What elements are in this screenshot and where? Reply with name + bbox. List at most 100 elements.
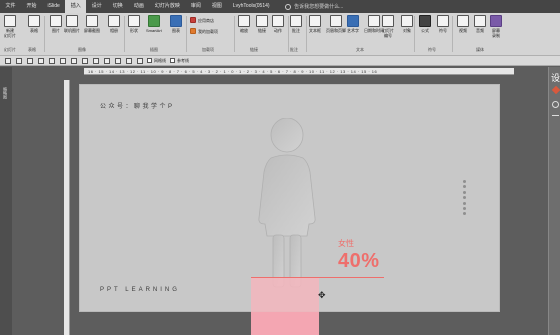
- group-images: 图像: [78, 47, 86, 52]
- align-center-icon[interactable]: [60, 57, 66, 64]
- smartart-icon: [147, 15, 160, 27]
- ungroup-icon[interactable]: [104, 57, 110, 64]
- redo-icon[interactable]: [27, 57, 33, 64]
- slide-canvas[interactable]: 公众号：聊我学个P 女性 40% PPT LEARNING ✥: [79, 84, 500, 312]
- search-icon: [285, 3, 292, 10]
- separator: [186, 16, 187, 52]
- table-button[interactable]: 表格: [28, 15, 40, 33]
- separator: [234, 16, 235, 52]
- datetime-icon: [368, 15, 380, 27]
- tell-me-search[interactable]: 告诉我您想要做什么...: [285, 3, 343, 10]
- symbol-button[interactable]: 符号: [437, 15, 449, 33]
- menu-transitions[interactable]: 切换: [107, 0, 128, 13]
- percentage-value[interactable]: 40%: [338, 250, 380, 273]
- shapes-icon: [128, 15, 140, 27]
- action-icon: [272, 15, 284, 27]
- fill-icon[interactable]: [551, 85, 560, 95]
- link-button[interactable]: 链接: [256, 15, 268, 33]
- separator: [288, 16, 289, 52]
- screenshot-button[interactable]: 屏幕截图: [84, 15, 100, 33]
- wordart-button[interactable]: 艺术字: [347, 15, 359, 33]
- group-tables: 表格: [28, 47, 36, 52]
- comment-button[interactable]: 批注: [290, 15, 302, 33]
- dot: [463, 190, 466, 194]
- guides-checkbox[interactable]: 参考线: [170, 58, 189, 64]
- new-slide-button[interactable]: 新建 幻灯片: [4, 15, 16, 38]
- menu-lvyhtools[interactable]: LvyhTools(0514): [227, 0, 275, 13]
- datetime-button[interactable]: 日期和时间: [364, 15, 384, 33]
- public-account-text[interactable]: 公众号：聊我学个P: [100, 101, 175, 110]
- female-figure-icon[interactable]: [247, 118, 327, 288]
- pink-selection-box[interactable]: [251, 278, 319, 312]
- textbox-button[interactable]: 文本框: [309, 15, 321, 33]
- menu-design[interactable]: 设计: [86, 0, 107, 13]
- format-pane[interactable]: 设: [548, 67, 560, 335]
- separator: [124, 16, 125, 52]
- equation-icon: [419, 15, 431, 27]
- symbol-icon: [437, 15, 449, 27]
- separator: [306, 16, 307, 52]
- pink-shape-offslide[interactable]: [251, 312, 319, 335]
- group-links: 链接: [250, 47, 258, 52]
- zoom-button[interactable]: 缩放: [238, 15, 250, 33]
- menu-insert[interactable]: 插入: [65, 0, 87, 13]
- move-cursor-icon: ✥: [318, 290, 326, 300]
- accent-line: [251, 277, 384, 278]
- album-icon: [108, 15, 120, 27]
- menu-home[interactable]: 开始: [21, 0, 42, 13]
- header-footer-icon: [330, 15, 342, 27]
- undo-icon[interactable]: [16, 57, 22, 64]
- store-button[interactable]: 应用商店: [190, 17, 214, 23]
- effects-icon[interactable]: [552, 101, 559, 108]
- dot: [463, 206, 466, 210]
- textbox-icon: [309, 15, 321, 27]
- action-button[interactable]: 动作: [272, 15, 284, 33]
- group-objects-icon[interactable]: [93, 57, 99, 64]
- menu-islide[interactable]: iSlide: [42, 0, 65, 13]
- menu-view[interactable]: 视图: [206, 0, 227, 13]
- format-painter-icon[interactable]: [137, 57, 143, 64]
- gridlines-checkbox[interactable]: 网格线: [147, 58, 166, 64]
- dot: [463, 180, 466, 183]
- wordart-icon: [347, 15, 359, 27]
- menu-review[interactable]: 审阅: [185, 0, 206, 13]
- align-left-icon[interactable]: [49, 57, 55, 64]
- bring-forward-icon[interactable]: [115, 57, 121, 64]
- send-backward-icon[interactable]: [126, 57, 132, 64]
- dot: [463, 201, 466, 205]
- slide-number-button[interactable]: 幻灯片 编号: [382, 15, 394, 38]
- screenshot-icon: [86, 15, 98, 27]
- checkbox-box: [170, 58, 175, 63]
- separator: [44, 16, 45, 52]
- screen-record-button[interactable]: 屏幕 录制: [490, 15, 502, 38]
- female-label[interactable]: 女性: [338, 238, 354, 249]
- smartart-button[interactable]: SmartArt: [146, 15, 162, 33]
- line-icon[interactable]: [552, 115, 559, 116]
- online-picture-button[interactable]: 联机图片: [64, 15, 80, 33]
- picture-button[interactable]: 图片: [50, 15, 62, 33]
- thumbnail-pane[interactable]: 缩略图: [0, 67, 12, 335]
- chart-button[interactable]: 图表: [170, 15, 182, 33]
- format-pane-label: 设: [551, 73, 560, 83]
- album-button[interactable]: 相册: [108, 15, 120, 33]
- my-addins-button[interactable]: 我的加载项: [190, 28, 218, 34]
- equation-button[interactable]: 公式: [419, 15, 431, 33]
- shapes-button[interactable]: 形状: [128, 15, 140, 33]
- align-right-icon[interactable]: [71, 57, 77, 64]
- chart-icon: [170, 15, 182, 27]
- distribute-icon[interactable]: [82, 57, 88, 64]
- menu-file[interactable]: 文件: [0, 0, 21, 13]
- header-footer-button[interactable]: 页眉和页脚: [326, 15, 346, 33]
- object-button[interactable]: 对象: [401, 15, 413, 33]
- video-icon: [457, 15, 469, 27]
- audio-button[interactable]: 音频: [474, 15, 486, 33]
- menu-animations[interactable]: 动画: [128, 0, 149, 13]
- ppt-learning-text[interactable]: PPT LEARNING: [100, 287, 180, 293]
- ruler-numbers: 16 · 15 · 14 · 13 · 12 · 11 · 10 · 9 · 8…: [88, 69, 378, 74]
- menu-slideshow[interactable]: 幻灯片放映: [149, 0, 185, 13]
- start-slideshow-icon[interactable]: [38, 57, 44, 64]
- video-button[interactable]: 视频: [457, 15, 469, 33]
- online-picture-icon: [66, 15, 78, 27]
- save-icon[interactable]: [5, 57, 11, 64]
- group-symbols: 符号: [428, 47, 436, 52]
